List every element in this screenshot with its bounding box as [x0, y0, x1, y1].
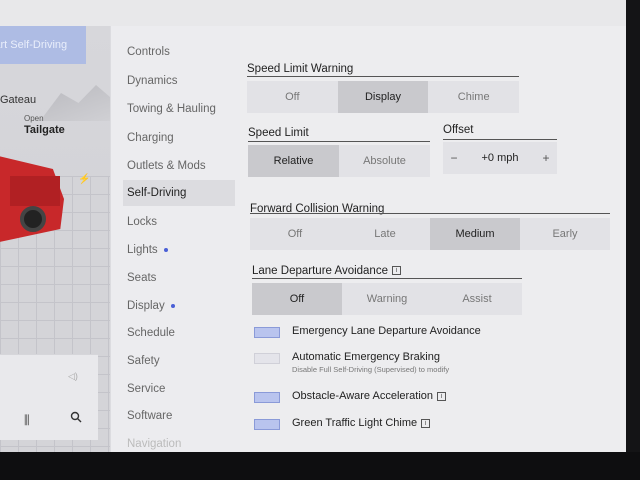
lda-assist[interactable]: Assist	[432, 283, 522, 315]
divider	[248, 141, 430, 142]
nav-item-navigation[interactable]: Navigation	[123, 431, 235, 452]
speed-limit-warning-off[interactable]: Off	[247, 81, 338, 113]
nav-item-safety[interactable]: Safety	[123, 348, 235, 374]
lane-departure-avoidance-selector: Off Warning Assist	[252, 283, 522, 315]
settings-nav: Controls Dynamics Towing & Hauling Charg…	[110, 26, 240, 452]
lda-warning[interactable]: Warning	[342, 283, 432, 315]
nav-item-self-driving[interactable]: Self-Driving	[123, 180, 235, 206]
automatic-emergency-braking-label: Automatic Emergency Braking	[292, 351, 440, 363]
divider	[250, 213, 610, 214]
vehicle-panel: Start Self-Driving Gateau Open Tailgate …	[0, 26, 110, 452]
automatic-emergency-braking-row[interactable]: Automatic Emergency Braking Disable Full…	[254, 351, 449, 374]
notification-dot	[163, 247, 168, 252]
nav-item-outlets-mods[interactable]: Outlets & Mods	[123, 153, 235, 179]
charge-port-bolt-icon[interactable]: ⚡	[78, 174, 90, 185]
offset-stepper: − +0 mph +	[443, 142, 557, 174]
nav-item-dynamics[interactable]: Dynamics	[123, 68, 235, 94]
automatic-emergency-braking-checkbox[interactable]	[254, 353, 280, 364]
nav-item-software[interactable]: Software	[123, 403, 235, 429]
open-label[interactable]: Open	[24, 114, 44, 123]
green-traffic-light-chime-row[interactable]: Green Traffic Light Chime i	[254, 417, 431, 430]
divider	[247, 76, 519, 77]
info-icon[interactable]: i	[421, 418, 431, 428]
fcw-medium[interactable]: Medium	[430, 218, 520, 250]
emergency-lane-departure-row[interactable]: Emergency Lane Departure Avoidance	[254, 325, 481, 338]
lda-off[interactable]: Off	[252, 283, 342, 315]
forward-collision-warning-selector: Off Late Medium Early	[250, 218, 610, 250]
offset-decrease-button[interactable]: −	[443, 151, 465, 165]
nav-item-towing-hauling[interactable]: Towing & Hauling	[123, 96, 235, 122]
media-card: ◁) ⫼	[0, 354, 98, 440]
green-traffic-light-chime-label: Green Traffic Light Chime i	[292, 417, 431, 429]
vehicle-name: Gateau	[0, 94, 37, 106]
start-self-driving-button[interactable]: Start Self-Driving	[0, 26, 86, 64]
speed-limit-relative[interactable]: Relative	[248, 145, 339, 177]
automatic-emergency-braking-note: Disable Full Self-Driving (Supervised) t…	[292, 365, 450, 374]
self-driving-settings: Speed Limit Warning Off Display Chime Sp…	[240, 26, 626, 452]
screen: Start Self-Driving Gateau Open Tailgate …	[0, 26, 626, 452]
fcw-off[interactable]: Off	[250, 218, 340, 250]
offset-title: Offset	[443, 124, 474, 136]
offset-value: +0 mph	[481, 152, 519, 164]
speed-limit-absolute[interactable]: Absolute	[339, 145, 430, 177]
emergency-lane-departure-label: Emergency Lane Departure Avoidance	[292, 325, 481, 337]
speaker-icon[interactable]: ◁)	[68, 371, 78, 382]
speed-limit-warning-display[interactable]: Display	[337, 81, 429, 113]
obstacle-aware-acceleration-checkbox[interactable]	[254, 392, 280, 403]
equalizer-icon[interactable]: ⫼	[24, 413, 30, 428]
vehicle-bed	[10, 176, 60, 206]
nav-item-controls[interactable]: Controls	[123, 39, 235, 65]
right-bezel	[626, 0, 640, 480]
nav-item-service[interactable]: Service	[123, 376, 235, 402]
tailgate-button[interactable]: Tailgate	[24, 124, 65, 136]
obstacle-aware-acceleration-label: Obstacle-Aware Acceleration i	[292, 390, 447, 402]
fcw-early[interactable]: Early	[520, 218, 610, 250]
vehicle-wheel	[20, 206, 46, 232]
divider	[252, 278, 522, 279]
nav-item-charging[interactable]: Charging	[123, 125, 235, 151]
top-bezel	[0, 0, 640, 26]
speed-limit-warning-selector: Off Display Chime	[247, 81, 519, 113]
speed-limit-title: Speed Limit	[248, 127, 309, 139]
speed-limit-selector: Relative Absolute	[248, 145, 430, 177]
speed-limit-warning-chime[interactable]: Chime	[428, 81, 519, 113]
obstacle-aware-acceleration-row[interactable]: Obstacle-Aware Acceleration i	[254, 390, 447, 403]
background-mountains	[40, 85, 110, 121]
nav-item-schedule[interactable]: Schedule	[123, 320, 235, 346]
notification-dot	[170, 303, 175, 308]
nav-item-locks[interactable]: Locks	[123, 209, 235, 235]
green-traffic-light-chime-checkbox[interactable]	[254, 419, 280, 430]
offset-increase-button[interactable]: +	[535, 151, 557, 165]
divider	[443, 139, 557, 140]
info-icon[interactable]: i	[391, 266, 401, 276]
bottom-bezel	[0, 452, 640, 480]
emergency-lane-departure-checkbox[interactable]	[254, 327, 280, 338]
nav-item-seats[interactable]: Seats	[123, 265, 235, 291]
speed-limit-warning-title: Speed Limit Warning	[247, 63, 354, 75]
nav-item-display[interactable]: Display	[123, 293, 235, 319]
search-icon[interactable]	[70, 411, 82, 423]
lane-departure-avoidance-title: Lane Departure Avoidance i	[252, 265, 401, 277]
nav-item-lights[interactable]: Lights	[123, 237, 235, 263]
fcw-late[interactable]: Late	[340, 218, 430, 250]
info-icon[interactable]: i	[437, 391, 447, 401]
